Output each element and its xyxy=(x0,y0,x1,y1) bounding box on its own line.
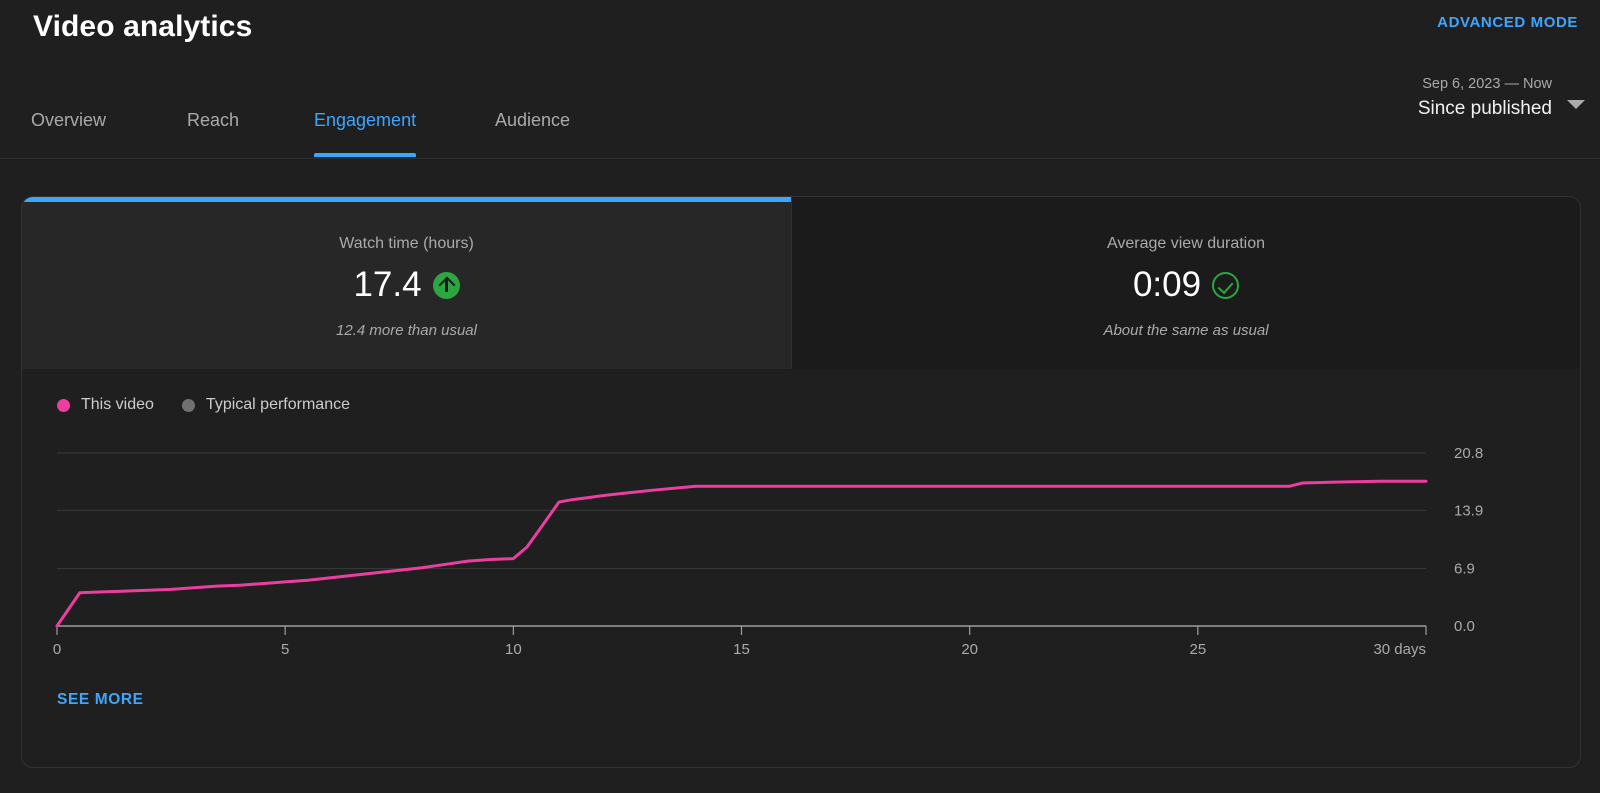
chart-line-this-video xyxy=(55,479,1428,628)
tab-label: Audience xyxy=(495,110,571,130)
y-axis-tick-label: 6.9 xyxy=(1454,561,1475,578)
chart-legend: This video Typical performance xyxy=(57,395,350,415)
legend-label: This video xyxy=(81,396,154,413)
x-axis-tick-label: 15 xyxy=(733,641,750,658)
metric-value-row: 17.4 xyxy=(22,263,791,307)
chart-svg: 0.0 6.9 13.9 20.8 0 5 10 15 20 25 30 days xyxy=(53,445,1483,658)
analytics-tabs: Overview Reach Engagement Audience xyxy=(0,98,1600,159)
legend-dot-icon xyxy=(181,398,195,412)
y-axis-tick-label: 0.0 xyxy=(1454,618,1475,635)
analytics-card: Watch time (hours) 17.4 12.4 more than u… xyxy=(21,196,1581,768)
tab-active-underline xyxy=(314,153,417,157)
metric-comparison: About the same as usual xyxy=(1103,322,1269,339)
advanced-mode-link[interactable]: ADVANCED MODE xyxy=(1437,14,1578,31)
metric-tiles: Watch time (hours) 17.4 12.4 more than u… xyxy=(22,197,1580,369)
tab-engagement[interactable]: Engagement xyxy=(314,98,417,157)
tab-label: Engagement xyxy=(314,110,417,130)
metric-value-row: 0:09 xyxy=(792,263,1580,307)
x-axis-tick-label: 10 xyxy=(505,641,522,658)
legend-dot-icon xyxy=(57,398,70,412)
see-more-link[interactable]: SEE MORE xyxy=(57,691,144,709)
tab-label: Overview xyxy=(31,110,107,130)
metric-tile-average-view-duration[interactable]: Average view duration 0:09 About the sam… xyxy=(791,197,1580,369)
date-range-text: Sep 6, 2023 — Now xyxy=(1422,76,1552,92)
tab-audience[interactable]: Audience xyxy=(495,98,570,157)
tab-overview[interactable]: Overview xyxy=(31,98,106,157)
x-axis-tick-label: 30 days xyxy=(1373,641,1426,658)
metric-label: Average view duration xyxy=(1106,235,1266,252)
y-axis-tick-label: 13.9 xyxy=(1454,502,1483,519)
metric-comparison: 12.4 more than usual xyxy=(336,322,477,339)
page-title: Video analytics xyxy=(33,10,253,43)
watch-time-chart[interactable]: 0.0 6.9 13.9 20.8 0 5 10 15 20 25 30 days xyxy=(22,431,1580,661)
x-axis-tick-label: 5 xyxy=(281,641,289,658)
x-axis-tick-label: 20 xyxy=(961,641,978,658)
metric-value: 17.4 xyxy=(353,265,422,304)
tab-label: Reach xyxy=(187,110,240,130)
y-axis-tick-label: 20.8 xyxy=(1454,445,1483,462)
legend-item-typical-performance[interactable]: Typical performance xyxy=(181,395,350,415)
tab-reach[interactable]: Reach xyxy=(187,98,239,157)
check-circle-icon xyxy=(1212,271,1240,299)
arrow-up-circle-icon xyxy=(432,271,460,299)
metric-value: 0:09 xyxy=(1132,265,1202,304)
metric-label: Watch time (hours) xyxy=(339,235,474,252)
legend-label: Typical performance xyxy=(205,396,350,413)
legend-item-this-video[interactable]: This video xyxy=(57,395,154,415)
x-axis-tick-label: 25 xyxy=(1189,641,1206,658)
metric-tile-watch-time[interactable]: Watch time (hours) 17.4 12.4 more than u… xyxy=(22,197,792,369)
x-axis-tick-label: 0 xyxy=(53,641,61,658)
